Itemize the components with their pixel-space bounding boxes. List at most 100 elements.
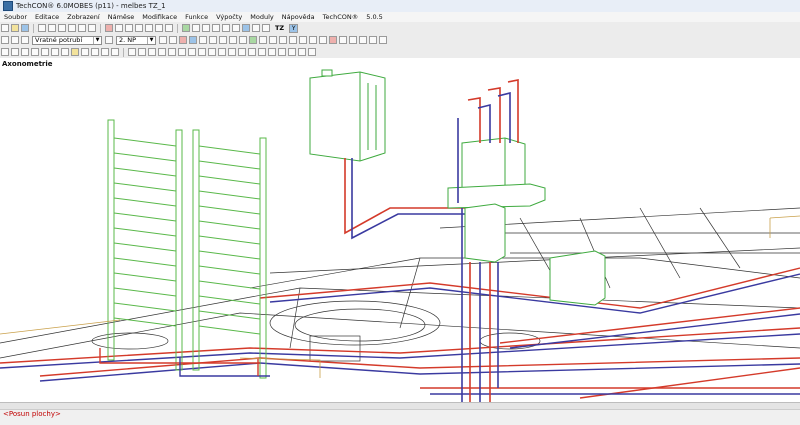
boiler-icon[interactable] xyxy=(229,36,237,44)
layer-icon[interactable] xyxy=(182,24,190,32)
new-file-icon[interactable] xyxy=(1,24,9,32)
menu-napoveda[interactable]: Nápověda xyxy=(278,13,319,21)
grid-icon[interactable] xyxy=(212,24,220,32)
menu-vypocty[interactable]: Výpočty xyxy=(212,13,246,21)
valve-icon[interactable] xyxy=(209,36,217,44)
line-icon[interactable] xyxy=(1,48,9,56)
y-button[interactable]: Y xyxy=(289,23,299,33)
arc-icon[interactable] xyxy=(41,48,49,56)
extend-icon[interactable] xyxy=(148,48,156,56)
match-icon[interactable] xyxy=(228,48,236,56)
pipe-type-select[interactable]: Vratné potrubí ▼ xyxy=(32,35,102,45)
redo-icon[interactable] xyxy=(88,24,96,32)
circle-icon[interactable] xyxy=(31,48,39,56)
report-icon[interactable] xyxy=(369,36,377,44)
table-icon[interactable] xyxy=(359,36,367,44)
find-icon[interactable] xyxy=(248,48,256,56)
group-icon[interactable] xyxy=(208,48,216,56)
horizontal-scrollbar[interactable] xyxy=(0,403,800,410)
list-icon[interactable] xyxy=(238,48,246,56)
paste-icon[interactable] xyxy=(68,24,76,32)
plot-icon[interactable] xyxy=(278,48,286,56)
cut-icon[interactable] xyxy=(48,24,56,32)
undo-icon[interactable] xyxy=(78,24,86,32)
chevron-down-icon[interactable]: ▼ xyxy=(147,36,155,44)
ungroup-icon[interactable] xyxy=(218,48,226,56)
block-icon[interactable] xyxy=(21,36,29,44)
menu-moduly[interactable]: Moduly xyxy=(246,13,277,21)
radiator-icon[interactable] xyxy=(219,36,227,44)
wall-icon[interactable] xyxy=(71,48,79,56)
supply-pipe-icon[interactable] xyxy=(179,36,187,44)
menu-namese[interactable]: Náměse xyxy=(104,13,139,21)
connect-icon[interactable] xyxy=(269,36,277,44)
menu-soubor[interactable]: Soubor xyxy=(0,13,31,21)
menu-zobrazeni[interactable]: Zobrazení xyxy=(63,13,104,21)
pipe-draw-icon[interactable] xyxy=(105,36,113,44)
delete-icon[interactable] xyxy=(105,24,113,32)
view-3d-icon[interactable] xyxy=(242,24,250,32)
menu-funkce[interactable]: Funkce xyxy=(181,13,212,21)
measure-icon[interactable] xyxy=(202,24,210,32)
properties-icon[interactable] xyxy=(192,24,200,32)
layer-manager-icon[interactable] xyxy=(11,36,19,44)
info-icon[interactable] xyxy=(339,36,347,44)
trim-icon[interactable] xyxy=(138,48,146,56)
polyline-icon[interactable] xyxy=(11,48,19,56)
window-icon[interactable] xyxy=(91,48,99,56)
regen-icon[interactable] xyxy=(165,24,173,32)
join-icon[interactable] xyxy=(289,36,297,44)
floor-heating-icon[interactable] xyxy=(249,36,257,44)
import-icon[interactable] xyxy=(298,48,306,56)
drawing-viewport[interactable]: Axonometrie xyxy=(0,58,800,402)
menu-techcon[interactable]: TechCON® xyxy=(319,13,363,21)
xref-icon[interactable] xyxy=(258,48,266,56)
print-icon[interactable] xyxy=(38,24,46,32)
floor-up-icon[interactable] xyxy=(159,36,167,44)
axonometric-drawing[interactable] xyxy=(0,58,800,402)
save-icon[interactable] xyxy=(21,24,29,32)
room-icon[interactable] xyxy=(101,48,109,56)
rectangle-icon[interactable] xyxy=(21,48,29,56)
element-icon[interactable] xyxy=(1,36,9,44)
calc-icon[interactable] xyxy=(349,36,357,44)
scale-icon[interactable] xyxy=(178,48,186,56)
stretch-icon[interactable] xyxy=(188,48,196,56)
distributor-icon[interactable] xyxy=(259,36,267,44)
zoom-out-icon[interactable] xyxy=(135,24,143,32)
floor-select[interactable]: 2. NP ▼ xyxy=(116,35,156,45)
door-icon[interactable] xyxy=(81,48,89,56)
menu-editace[interactable]: Editace xyxy=(31,13,63,21)
pan-icon[interactable] xyxy=(155,24,163,32)
open-folder-icon[interactable] xyxy=(11,24,19,32)
ortho-icon[interactable] xyxy=(232,24,240,32)
dimension-icon[interactable] xyxy=(61,48,69,56)
array-icon[interactable] xyxy=(168,48,176,56)
erase-icon[interactable] xyxy=(329,36,337,44)
floor-down-icon[interactable] xyxy=(169,36,177,44)
image-icon[interactable] xyxy=(268,48,276,56)
tz-button[interactable]: TZ xyxy=(275,24,284,32)
return-pipe-icon[interactable] xyxy=(189,36,197,44)
chevron-down-icon[interactable]: ▼ xyxy=(93,36,101,44)
split-icon[interactable] xyxy=(279,36,287,44)
zoom-window-icon[interactable] xyxy=(145,24,153,32)
explode-icon[interactable] xyxy=(198,48,206,56)
select-icon[interactable] xyxy=(115,24,123,32)
rotate-icon[interactable] xyxy=(309,36,317,44)
fillet-icon[interactable] xyxy=(158,48,166,56)
help-icon[interactable] xyxy=(308,48,316,56)
export-icon[interactable] xyxy=(288,48,296,56)
snap-icon[interactable] xyxy=(222,24,230,32)
move-icon[interactable] xyxy=(299,36,307,44)
offset-icon[interactable] xyxy=(128,48,136,56)
stair-icon[interactable] xyxy=(111,48,119,56)
text-icon[interactable] xyxy=(51,48,59,56)
mirror-icon[interactable] xyxy=(319,36,327,44)
fitting-icon[interactable] xyxy=(199,36,207,44)
hatch-icon[interactable] xyxy=(262,24,270,32)
copy-icon[interactable] xyxy=(58,24,66,32)
pump-icon[interactable] xyxy=(239,36,247,44)
zoom-in-icon[interactable] xyxy=(125,24,133,32)
view-top-icon[interactable] xyxy=(252,24,260,32)
